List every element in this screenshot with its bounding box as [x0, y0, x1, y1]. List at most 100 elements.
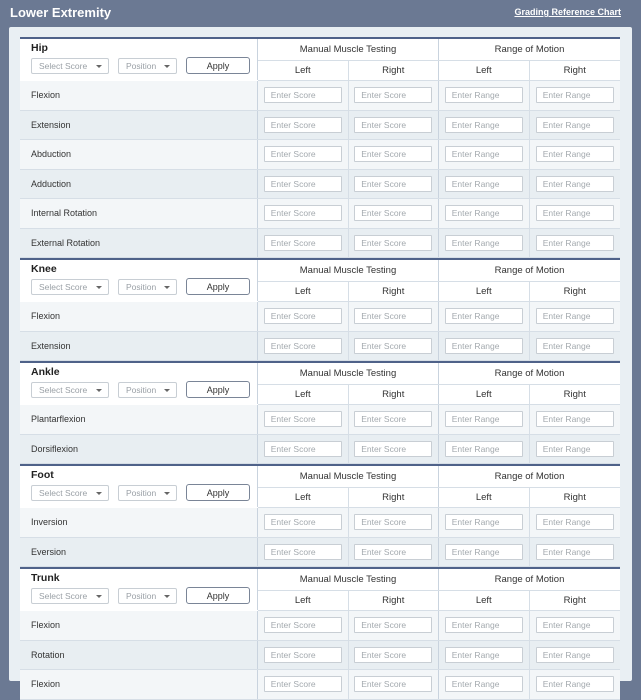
- select-score-dropdown[interactable]: Select Score: [31, 587, 109, 604]
- apply-button[interactable]: Apply: [186, 57, 250, 74]
- rom-left-input[interactable]: Enter Range: [444, 514, 523, 531]
- rom-left-input[interactable]: Enter Range: [444, 646, 523, 663]
- position-dropdown[interactable]: Position: [118, 278, 177, 295]
- rom-left-input[interactable]: Enter Range: [444, 175, 523, 192]
- mmt-left-input[interactable]: Enter Score: [263, 514, 342, 531]
- header-rom-right: Right: [563, 286, 586, 297]
- mmt-left-input[interactable]: Enter Score: [263, 146, 342, 163]
- rom-left-input[interactable]: Enter Range: [444, 617, 523, 634]
- mmt-left-input[interactable]: Enter Score: [263, 646, 342, 663]
- header-range-of-motion: Range of Motion: [494, 574, 565, 585]
- mmt-right-input[interactable]: Enter Score: [354, 234, 433, 251]
- mmt-right-input[interactable]: Enter Score: [354, 337, 433, 354]
- header-range-of-motion: Range of Motion: [494, 471, 565, 482]
- rom-right-input[interactable]: Enter Range: [535, 146, 614, 163]
- rom-right-input[interactable]: Enter Range: [535, 411, 614, 428]
- select-score-dropdown[interactable]: Select Score: [31, 57, 109, 74]
- mmt-left-input[interactable]: Enter Score: [263, 175, 342, 192]
- section-name: Ankle: [31, 366, 60, 378]
- rom-left-input[interactable]: Enter Range: [444, 146, 523, 163]
- apply-button[interactable]: Apply: [186, 587, 250, 604]
- rom-right-input[interactable]: Enter Range: [535, 543, 614, 560]
- column-headers: Manual Muscle Testing Range of Motion Le…: [258, 260, 620, 302]
- position-dropdown[interactable]: Position: [118, 57, 177, 74]
- rom-left-input[interactable]: Enter Range: [444, 234, 523, 251]
- mmt-right-input[interactable]: Enter Score: [354, 146, 433, 163]
- mmt-right-input[interactable]: Enter Score: [354, 617, 433, 634]
- apply-button[interactable]: Apply: [186, 381, 250, 398]
- mmt-left-input[interactable]: Enter Score: [263, 234, 342, 251]
- rom-right-input[interactable]: Enter Range: [535, 234, 614, 251]
- mmt-left-input[interactable]: Enter Score: [263, 308, 342, 325]
- table-row: Flexion Enter Score Enter Score Enter Ra…: [20, 302, 620, 332]
- mmt-left-input[interactable]: Enter Score: [263, 205, 342, 222]
- table-row: Internal Rotation Enter Score Enter Scor…: [20, 199, 620, 229]
- mmt-left-cell: Enter Score: [258, 331, 349, 360]
- rom-left-input[interactable]: Enter Range: [444, 411, 523, 428]
- select-score-dropdown[interactable]: Select Score: [31, 381, 109, 398]
- rom-right-cell: Enter Range: [530, 611, 621, 640]
- rom-right-input[interactable]: Enter Range: [535, 514, 614, 531]
- mmt-left-cell: Enter Score: [258, 140, 349, 169]
- rom-left-input[interactable]: Enter Range: [444, 543, 523, 560]
- mmt-right-input[interactable]: Enter Score: [354, 676, 433, 693]
- mmt-right-input[interactable]: Enter Score: [354, 411, 433, 428]
- mmt-left-input[interactable]: Enter Score: [263, 116, 342, 133]
- rom-right-input[interactable]: Enter Range: [535, 205, 614, 222]
- rom-left-input[interactable]: Enter Range: [444, 205, 523, 222]
- header-rom-left: Left: [439, 282, 530, 301]
- position-dropdown[interactable]: Position: [118, 381, 177, 398]
- mmt-right-input[interactable]: Enter Score: [354, 205, 433, 222]
- rom-right-input[interactable]: Enter Range: [535, 440, 614, 457]
- rom-right-input[interactable]: Enter Range: [535, 308, 614, 325]
- rom-right-input[interactable]: Enter Range: [535, 617, 614, 634]
- mmt-left-input[interactable]: Enter Score: [263, 676, 342, 693]
- mmt-right-input[interactable]: Enter Score: [354, 308, 433, 325]
- rom-left-cell: Enter Range: [439, 81, 530, 110]
- section-header: Ankle Select Score Position Apply Manual…: [20, 363, 620, 405]
- grading-reference-chart-link[interactable]: Grading Reference Chart: [514, 7, 621, 17]
- position-dropdown[interactable]: Position: [118, 587, 177, 604]
- rom-left-input[interactable]: Enter Range: [444, 440, 523, 457]
- section-foot: Foot Select Score Position Apply Manual …: [20, 464, 620, 567]
- rom-right-input[interactable]: Enter Range: [535, 646, 614, 663]
- rom-left-input[interactable]: Enter Range: [444, 87, 523, 104]
- rom-left-cell: Enter Range: [439, 169, 530, 198]
- rom-left-cell: Enter Range: [439, 508, 530, 537]
- mmt-right-input[interactable]: Enter Score: [354, 646, 433, 663]
- mmt-right-input[interactable]: Enter Score: [354, 543, 433, 560]
- rom-right-cell: Enter Range: [530, 332, 621, 361]
- mmt-left-input[interactable]: Enter Score: [263, 337, 342, 354]
- mmt-right-input[interactable]: Enter Score: [354, 116, 433, 133]
- mmt-right-input[interactable]: Enter Score: [354, 514, 433, 531]
- rom-left-input[interactable]: Enter Range: [444, 676, 523, 693]
- rom-right-input[interactable]: Enter Range: [535, 116, 614, 133]
- rom-right-input[interactable]: Enter Range: [535, 87, 614, 104]
- rom-left-input[interactable]: Enter Range: [444, 308, 523, 325]
- rom-left-input[interactable]: Enter Range: [444, 116, 523, 133]
- rom-right-cell: Enter Range: [530, 538, 621, 567]
- mmt-left-input[interactable]: Enter Score: [263, 87, 342, 104]
- mmt-left-input[interactable]: Enter Score: [263, 440, 342, 457]
- rom-left-cell: Enter Range: [439, 228, 530, 257]
- rom-left-cell: Enter Range: [439, 640, 530, 669]
- select-score-dropdown[interactable]: Select Score: [31, 278, 109, 295]
- section-controls: Hip Select Score Position Apply: [20, 39, 258, 80]
- mmt-right-input[interactable]: Enter Score: [354, 175, 433, 192]
- rom-right-input[interactable]: Enter Range: [535, 337, 614, 354]
- rom-left-input[interactable]: Enter Range: [444, 337, 523, 354]
- mmt-left-input[interactable]: Enter Score: [263, 543, 342, 560]
- rom-right-input[interactable]: Enter Range: [535, 175, 614, 192]
- mmt-right-cell: Enter Score: [349, 508, 439, 537]
- position-dropdown[interactable]: Position: [118, 484, 177, 501]
- mmt-left-input[interactable]: Enter Score: [263, 411, 342, 428]
- header-rom-right: Right: [563, 389, 586, 400]
- apply-button[interactable]: Apply: [186, 484, 250, 501]
- mmt-right-input[interactable]: Enter Score: [354, 87, 433, 104]
- mmt-left-input[interactable]: Enter Score: [263, 617, 342, 634]
- mmt-right-input[interactable]: Enter Score: [354, 440, 433, 457]
- select-score-dropdown[interactable]: Select Score: [31, 484, 109, 501]
- chevron-down-icon: [164, 285, 170, 289]
- rom-right-input[interactable]: Enter Range: [535, 676, 614, 693]
- apply-button[interactable]: Apply: [186, 278, 250, 295]
